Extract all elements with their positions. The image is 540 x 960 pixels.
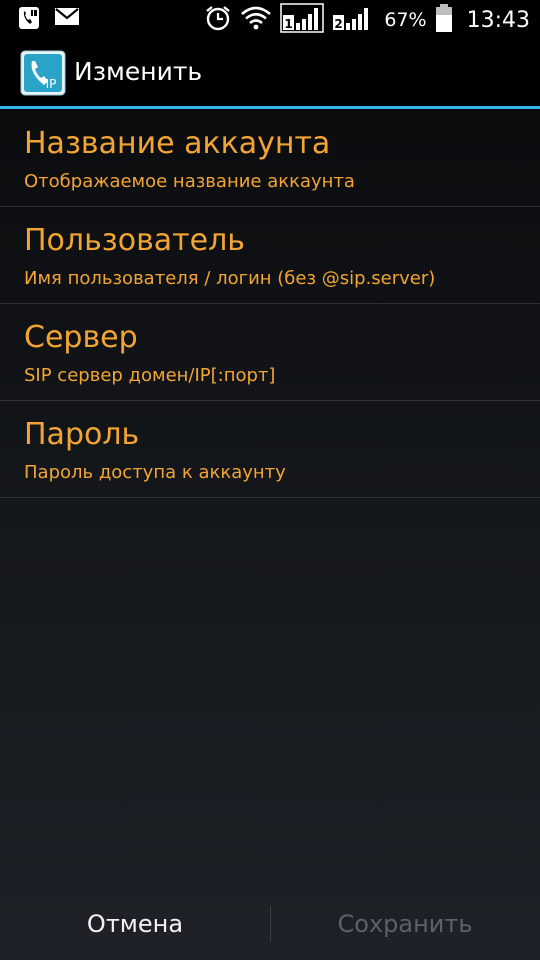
- pref-title: Название аккаунта: [24, 126, 331, 161]
- phone-ip-notification-icon: [18, 6, 40, 34]
- pref-summary: SIP сервер домен/IP[:порт]: [24, 365, 276, 386]
- status-bar: 1 2 67% 13:43: [0, 0, 540, 40]
- pref-summary: Отображаемое название аккаунта: [24, 171, 355, 192]
- svg-text:IP: IP: [46, 77, 57, 91]
- svg-text:2: 2: [335, 17, 343, 31]
- sim1-signal-icon: 1: [280, 3, 325, 37]
- wifi-icon: [240, 5, 272, 35]
- action-bar: IP Изменить: [0, 40, 540, 109]
- ip-phone-app-icon[interactable]: IP: [20, 50, 66, 96]
- button-bar: Отмена Сохранить: [0, 888, 540, 960]
- svg-text:1: 1: [285, 17, 293, 31]
- alarm-icon: [204, 4, 232, 36]
- screen: 1 2 67% 13:43 IP Изменить Название аккау…: [0, 0, 540, 960]
- preference-list: Название аккаунта Отображаемое название …: [0, 110, 540, 498]
- clock: 13:43: [466, 7, 530, 33]
- pref-item-account-name[interactable]: Название аккаунта Отображаемое название …: [0, 110, 540, 207]
- battery-percent: 67%: [384, 9, 427, 31]
- save-button[interactable]: Сохранить: [270, 888, 540, 960]
- battery-icon: [435, 3, 453, 37]
- cancel-button[interactable]: Отмена: [0, 888, 270, 960]
- sim2-signal-icon: 2: [332, 3, 374, 37]
- pref-title: Пользователь: [24, 223, 245, 258]
- pref-summary: Пароль доступа к аккаунту: [24, 462, 286, 483]
- action-bar-title: Изменить: [74, 57, 203, 86]
- pref-summary: Имя пользователя / логин (без @sip.serve…: [24, 268, 436, 289]
- pref-item-password[interactable]: Пароль Пароль доступа к аккаунту: [0, 401, 540, 498]
- pref-item-server[interactable]: Сервер SIP сервер домен/IP[:порт]: [0, 304, 540, 401]
- pref-item-user[interactable]: Пользователь Имя пользователя / логин (б…: [0, 207, 540, 304]
- pref-title: Пароль: [24, 417, 140, 452]
- pref-title: Сервер: [24, 320, 138, 355]
- mail-icon: [54, 6, 80, 34]
- action-bar-accent-line: [0, 106, 540, 109]
